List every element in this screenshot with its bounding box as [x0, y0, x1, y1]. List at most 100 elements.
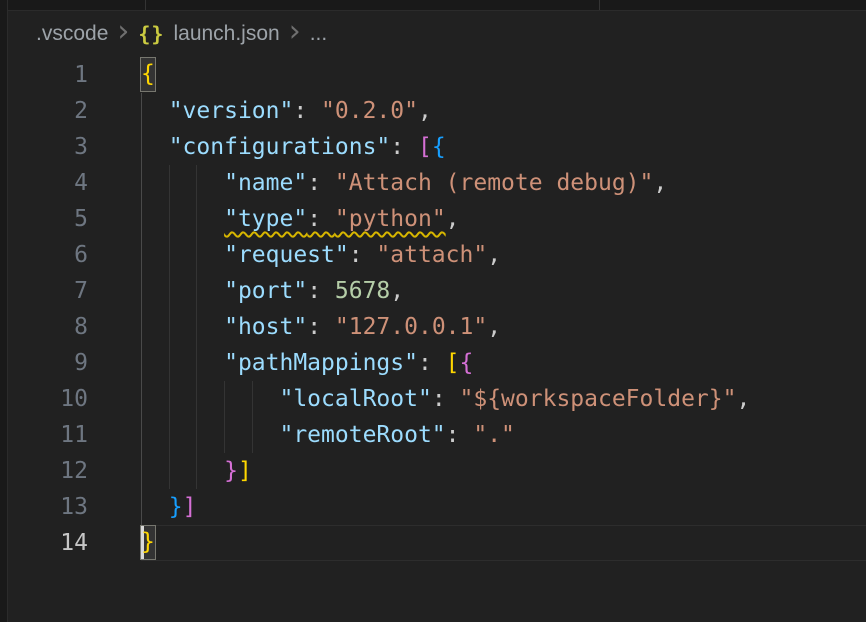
code-text: "configurations": [{	[141, 129, 866, 165]
code-text: "pathMappings": [{	[141, 345, 866, 381]
code-token: "${workspaceFolder}"	[460, 386, 737, 412]
code-token: "Attach (remote debug)"	[335, 170, 654, 196]
code-token: ,	[487, 314, 501, 340]
json-file-icon: {}	[138, 22, 164, 46]
code-text: "name": "Attach (remote debug)",	[141, 165, 866, 201]
code-token: "python"	[335, 206, 446, 232]
code-line[interactable]: 4 "name": "Attach (remote debug)",	[0, 165, 866, 201]
code-token: :	[349, 242, 377, 268]
breadcrumb-item[interactable]: .vscode	[36, 22, 108, 46]
code-text: }]	[141, 453, 866, 489]
code-text: }	[141, 525, 866, 561]
code-token: "0.2.0"	[321, 98, 418, 124]
line-number[interactable]: 11	[0, 417, 141, 453]
line-number[interactable]: 4	[0, 165, 141, 201]
code-token: }	[169, 494, 183, 520]
line-number[interactable]: 12	[0, 453, 141, 489]
code-line[interactable]: 2 "version": "0.2.0",	[0, 93, 866, 129]
chevron-right-icon: ›	[289, 22, 301, 42]
code-token: :	[432, 386, 460, 412]
code-token: "configurations"	[169, 134, 391, 160]
code-token: "name"	[224, 170, 307, 196]
code-token: [	[418, 134, 432, 160]
editor[interactable]: 1{2 "version": "0.2.0",3 "configurations…	[0, 57, 866, 622]
code-text: "remoteRoot": "."	[141, 417, 866, 453]
code-token: }	[224, 458, 238, 484]
code-token: 5678	[335, 278, 390, 304]
code-text: }]	[141, 489, 866, 525]
code-line[interactable]: 8 "host": "127.0.0.1",	[0, 309, 866, 345]
code-token: :	[307, 170, 335, 196]
code-token: "pathMappings"	[224, 350, 418, 376]
code-token: ,	[653, 170, 667, 196]
breadcrumbs: .vscode › {} launch.json ›...	[0, 11, 866, 57]
bracket-match: }	[141, 526, 155, 559]
line-number[interactable]: 5	[0, 201, 141, 237]
tab-separator	[599, 0, 600, 10]
code-token: :	[293, 98, 321, 124]
code-line[interactable]: 10 "localRoot": "${workspaceFolder}",	[0, 381, 866, 417]
code-token: ,	[446, 206, 460, 232]
code-token: {	[432, 134, 446, 160]
line-number[interactable]: 3	[0, 129, 141, 165]
code-line[interactable]: 6 "request": "attach",	[0, 237, 866, 273]
line-number[interactable]: 8	[0, 309, 141, 345]
code-text: "type": "python",	[141, 201, 866, 237]
code-token: :	[307, 278, 335, 304]
code-text: {	[141, 57, 866, 93]
tab-bar	[0, 0, 866, 11]
line-number[interactable]: 1	[0, 57, 141, 93]
code-token: ,	[418, 98, 432, 124]
line-number[interactable]: 6	[0, 237, 141, 273]
code-token: "host"	[224, 314, 307, 340]
line-number[interactable]: 13	[0, 489, 141, 525]
code-line[interactable]: 3 "configurations": [{	[0, 129, 866, 165]
code-token: :	[307, 314, 335, 340]
code-token: ,	[487, 242, 501, 268]
code-token: "port"	[224, 278, 307, 304]
line-number[interactable]: 10	[0, 381, 141, 417]
code-lines: 1{2 "version": "0.2.0",3 "configurations…	[0, 57, 866, 561]
warning-squiggle: "type": "python"	[224, 206, 446, 232]
code-token: {	[460, 350, 474, 376]
code-token: :	[418, 350, 446, 376]
code-token: "remoteRoot"	[279, 422, 445, 448]
line-number[interactable]: 9	[0, 345, 141, 381]
code-token: "."	[473, 422, 515, 448]
code-token: :	[446, 422, 474, 448]
tab-separator	[145, 0, 146, 10]
code-line[interactable]: 5 "type": "python",	[0, 201, 866, 237]
line-number[interactable]: 14	[0, 525, 141, 561]
code-line[interactable]: 7 "port": 5678,	[0, 273, 866, 309]
code-token: ]	[183, 494, 197, 520]
chevron-right-icon: ›	[117, 22, 129, 42]
code-token: "request"	[224, 242, 349, 268]
code-token: ,	[736, 386, 750, 412]
code-line[interactable]: 1{	[0, 57, 866, 93]
code-text: "port": 5678,	[141, 273, 866, 309]
line-number[interactable]: 7	[0, 273, 141, 309]
code-line[interactable]: 13 }]	[0, 489, 866, 525]
code-token: ]	[238, 458, 252, 484]
code-token: "type"	[224, 206, 307, 232]
breadcrumb-item[interactable]: launch.json	[173, 22, 279, 46]
code-line[interactable]: 11 "remoteRoot": "."	[0, 417, 866, 453]
code-text: "localRoot": "${workspaceFolder}",	[141, 381, 866, 417]
breadcrumb-item[interactable]: ...	[310, 22, 328, 46]
code-token: "attach"	[376, 242, 487, 268]
code-token: ,	[390, 278, 404, 304]
code-text: "request": "attach",	[141, 237, 866, 273]
code-token: "127.0.0.1"	[335, 314, 487, 340]
code-token: :	[390, 134, 418, 160]
code-token: [	[446, 350, 460, 376]
line-number[interactable]: 2	[0, 93, 141, 129]
code-line[interactable]: 9 "pathMappings": [{	[0, 345, 866, 381]
bracket-match: {	[141, 58, 155, 91]
code-line[interactable]: 14}	[0, 525, 866, 561]
code-line[interactable]: 12 }]	[0, 453, 866, 489]
code-text: "version": "0.2.0",	[141, 93, 866, 129]
sidebar-edge	[0, 0, 8, 622]
code-token: "version"	[169, 98, 294, 124]
code-token: :	[307, 206, 335, 232]
code-text: "host": "127.0.0.1",	[141, 309, 866, 345]
